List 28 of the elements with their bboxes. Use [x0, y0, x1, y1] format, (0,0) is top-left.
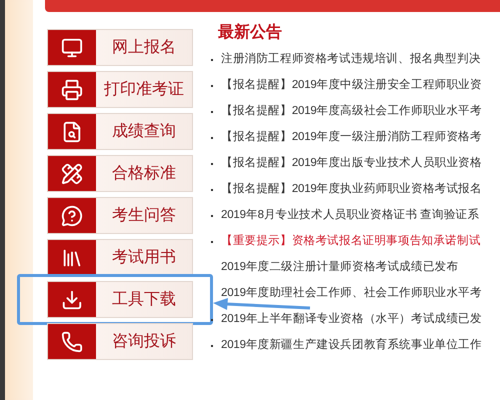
download-icon: [61, 288, 83, 310]
news-link[interactable]: 【报名提醒】2019年度一级注册消防工程师资格考: [221, 129, 482, 147]
monitor-icon: [61, 36, 83, 58]
menu-button[interactable]: 合格标准: [47, 155, 193, 192]
news-link[interactable]: 【报名提醒】2019年度出版专业技术人员职业资格: [221, 155, 482, 173]
news-link[interactable]: 【报名提醒】2019年度高级社会工作师职业水平考: [221, 103, 482, 121]
menu-button[interactable]: 考生问答: [47, 197, 193, 234]
menu-button[interactable]: 考试用书: [47, 239, 193, 276]
news-link[interactable]: 2019年度助理社会工作师、社会工作师职业水平考: [221, 285, 482, 303]
news-link[interactable]: 2019年度新疆生产建设兵团教育系统事业单位工作: [221, 337, 482, 355]
news-link[interactable]: 2019年8月专业技术人员职业资格证书 查询验证系: [221, 207, 480, 225]
news-link[interactable]: 【报名提醒】2019年度执业药师职业资格考试报名: [221, 181, 482, 199]
menu-button[interactable]: 咨询投诉: [47, 323, 193, 360]
menu-button[interactable]: 工具下载: [47, 281, 193, 318]
menu-button[interactable]: 成绩查询: [47, 113, 193, 150]
menu-button[interactable]: 网上报名: [47, 29, 193, 66]
phone-icon: [61, 330, 83, 352]
printer-icon: [61, 78, 83, 100]
document-search-icon: [61, 120, 83, 142]
news-link[interactable]: 2019年上半年翻译专业资格（水平）考试成绩已发: [221, 311, 482, 329]
news-link[interactable]: 注册消防工程师资格考试违规培训、报名典型判决: [221, 51, 481, 69]
question-bubble-icon: [61, 204, 83, 226]
news-link[interactable]: 【报名提醒】2019年度中级注册安全工程师职业资: [221, 77, 482, 95]
news-link[interactable]: 2019年度二级注册计量师资格考试成绩已发布: [221, 259, 458, 277]
pencil-ruler-icon: [61, 162, 83, 184]
news-title: 最新公告: [218, 23, 282, 43]
news-link[interactable]: 【重要提示】资格考试报名证明事项告知承诺制试: [221, 233, 481, 251]
menu-button[interactable]: 打印准考证: [47, 71, 193, 108]
